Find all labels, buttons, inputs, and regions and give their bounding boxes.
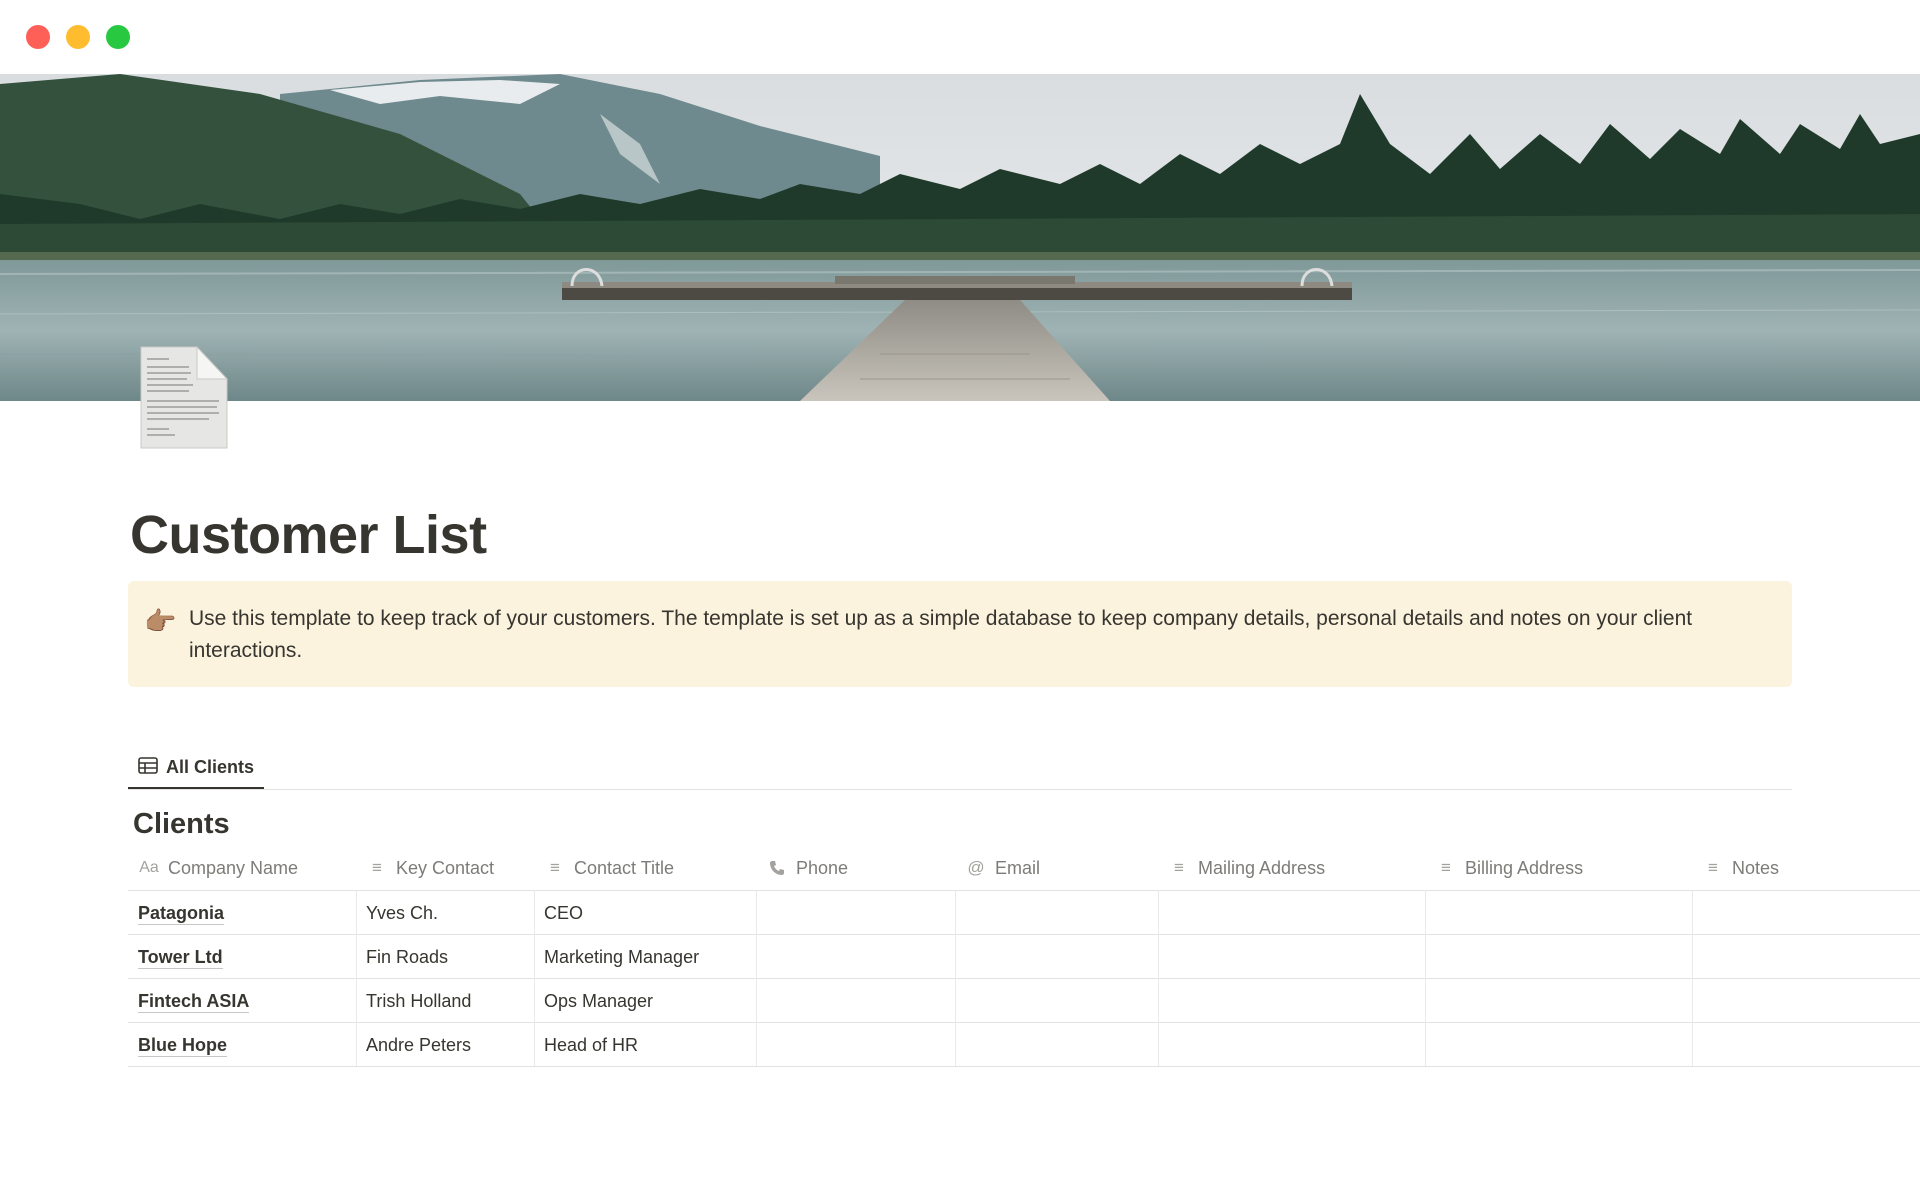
column-header-label: Billing Address [1465, 857, 1584, 878]
column-header-notes[interactable]: ≡ Notes [1692, 846, 1920, 890]
page-title[interactable]: Customer List [130, 500, 487, 570]
at-sign-icon: @ [967, 858, 985, 877]
tab-divider [128, 789, 1792, 790]
company-name[interactable]: Blue Hope [138, 1034, 228, 1057]
table-cell-company[interactable]: Fintech ASIA [128, 979, 356, 1023]
table-cell-billing-address[interactable] [1425, 979, 1692, 1023]
column-header-label: Company Name [168, 857, 299, 878]
database-title[interactable]: Clients [133, 804, 230, 844]
column-header-label: Mailing Address [1198, 857, 1326, 878]
table-cell-key-contact[interactable]: Andre Peters [356, 1023, 534, 1067]
table-cell-email[interactable] [955, 1023, 1158, 1067]
table-cell-phone[interactable] [756, 891, 955, 935]
company-name[interactable]: Patagonia [138, 902, 225, 925]
column-header-label: Notes [1732, 857, 1780, 878]
window-titlebar [0, 0, 1920, 74]
column-header-contact-title[interactable]: ≡ Contact Title [534, 846, 756, 890]
minimize-window-button[interactable] [66, 25, 90, 49]
column-header-mailing-address[interactable]: ≡ Mailing Address [1158, 846, 1425, 890]
table-cell-company[interactable]: Blue Hope [128, 1023, 356, 1067]
table-cell-phone[interactable] [756, 935, 955, 979]
table-cell-billing-address[interactable] [1425, 1023, 1692, 1067]
maximize-window-button[interactable] [106, 25, 130, 49]
table-cell-notes[interactable] [1692, 979, 1920, 1023]
table-cell-mailing-address[interactable] [1158, 979, 1425, 1023]
tab-all-clients[interactable]: All Clients [128, 748, 265, 790]
table-cell-contact-title[interactable]: Ops Manager [534, 979, 756, 1023]
column-header-phone[interactable]: Phone [756, 846, 955, 890]
title-property-icon: Aa [139, 859, 159, 876]
table-cell-contact-title[interactable]: Marketing Manager [534, 935, 756, 979]
column-header-billing-address[interactable]: ≡ Billing Address [1425, 846, 1692, 890]
callout-block[interactable]: 👉🏽 Use this template to keep track of yo… [128, 581, 1792, 687]
company-name[interactable]: Fintech ASIA [138, 990, 250, 1013]
table-cell-phone[interactable] [756, 1023, 955, 1067]
table-cell-key-contact[interactable]: Trish Holland [356, 979, 534, 1023]
pointing-hand-emoji[interactable]: 👉🏽 [144, 606, 176, 637]
page-cover-image[interactable] [0, 74, 1920, 401]
table-cell-key-contact[interactable]: Fin Roads [356, 935, 534, 979]
table-cell-company[interactable]: Tower Ltd [128, 935, 356, 979]
column-header-email[interactable]: @ Email [955, 846, 1158, 890]
table-cell-notes[interactable] [1692, 891, 1920, 935]
table-cell-phone[interactable] [756, 979, 955, 1023]
table-cell-notes[interactable] [1692, 1023, 1920, 1067]
table-cell-email[interactable] [955, 979, 1158, 1023]
close-window-button[interactable] [26, 25, 50, 49]
table-cell-email[interactable] [955, 891, 1158, 935]
table-cell-contact-title[interactable]: CEO [534, 891, 756, 935]
table-cell-email[interactable] [955, 935, 1158, 979]
table-cell-mailing-address[interactable] [1158, 891, 1425, 935]
phone-icon [766, 860, 788, 876]
document-icon[interactable] [139, 345, 229, 450]
column-header-label: Phone [796, 857, 849, 878]
table-cell-key-contact[interactable]: Yves Ch. [356, 891, 534, 935]
table-icon [138, 756, 158, 779]
text-lines-icon: ≡ [1441, 858, 1451, 877]
column-header-label: Key Contact [396, 857, 495, 878]
lake-dock-mountains-illustration [0, 74, 1920, 401]
table-cell-mailing-address[interactable] [1158, 1023, 1425, 1067]
text-lines-icon: ≡ [372, 858, 382, 877]
text-lines-icon: ≡ [1708, 858, 1718, 877]
table-cell-contact-title[interactable]: Head of HR [534, 1023, 756, 1067]
company-name[interactable]: Tower Ltd [138, 946, 223, 969]
table-cell-billing-address[interactable] [1425, 891, 1692, 935]
column-header-key-contact[interactable]: ≡ Key Contact [356, 846, 534, 890]
table-cell-billing-address[interactable] [1425, 935, 1692, 979]
callout-text[interactable]: Use this template to keep track of your … [189, 603, 1752, 667]
column-header-company-name[interactable]: Aa Company Name [128, 846, 356, 890]
table-cell-notes[interactable] [1692, 935, 1920, 979]
text-lines-icon: ≡ [550, 858, 560, 877]
text-lines-icon: ≡ [1174, 858, 1184, 877]
table-cell-mailing-address[interactable] [1158, 935, 1425, 979]
column-header-label: Contact Title [574, 857, 675, 878]
column-header-label: Email [995, 857, 1041, 878]
tab-label: All Clients [166, 757, 255, 777]
table-cell-company[interactable]: Patagonia [128, 891, 356, 935]
